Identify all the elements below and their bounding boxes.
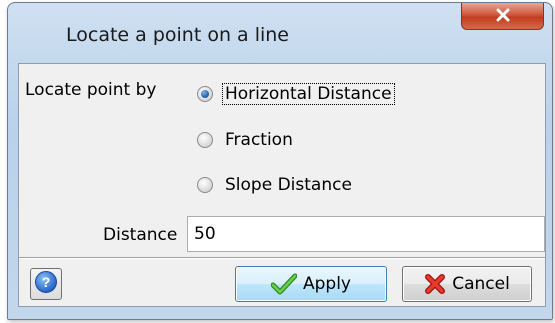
red-x-icon <box>424 273 446 295</box>
locate-by-label: Locate point by <box>25 80 157 100</box>
divider <box>19 257 545 259</box>
apply-label: Apply <box>303 274 351 294</box>
radio-horizontal-distance[interactable]: Horizontal Distance <box>197 83 395 105</box>
distance-input[interactable] <box>187 216 545 252</box>
help-question-icon: ? <box>34 270 58 298</box>
radio-button[interactable] <box>197 86 213 102</box>
apply-button[interactable]: Apply <box>235 266 387 302</box>
radio-slope-distance[interactable]: Slope Distance <box>197 175 354 195</box>
close-icon <box>495 7 511 26</box>
green-check-icon <box>271 273 297 295</box>
cancel-label: Cancel <box>452 274 510 294</box>
help-button[interactable]: ? <box>30 268 62 300</box>
distance-label: Distance <box>103 225 178 245</box>
cancel-button[interactable]: Cancel <box>402 266 532 302</box>
dialog-body: Locate point by Horizontal Distance Frac… <box>18 63 546 307</box>
radio-button[interactable] <box>197 177 213 193</box>
dialog-window: Locate a point on a line Locate point by… <box>7 2 553 320</box>
radio-label[interactable]: Slope Distance <box>223 175 354 195</box>
dialog-title: Locate a point on a line <box>66 24 289 46</box>
close-button[interactable] <box>461 3 544 30</box>
radio-button[interactable] <box>197 132 213 148</box>
radio-fraction[interactable]: Fraction <box>197 130 295 150</box>
radio-label[interactable]: Fraction <box>223 130 295 150</box>
svg-text:?: ? <box>42 274 51 290</box>
radio-label[interactable]: Horizontal Distance <box>222 83 395 105</box>
